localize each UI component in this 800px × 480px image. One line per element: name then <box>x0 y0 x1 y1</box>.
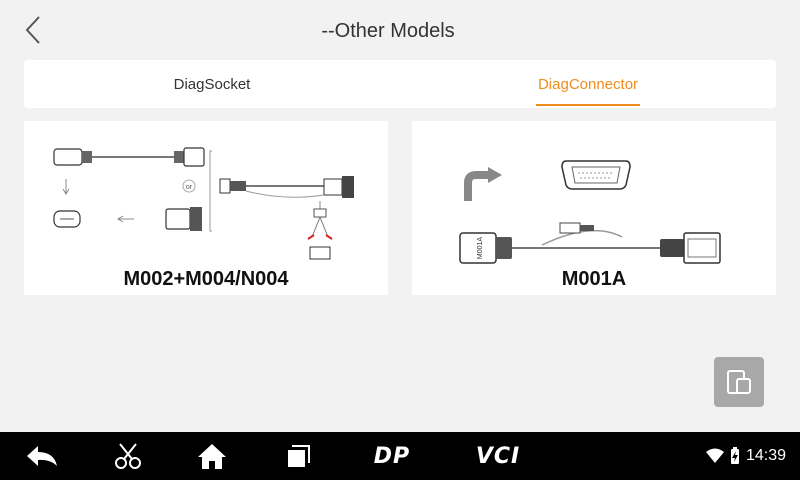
switch-view-button[interactable] <box>714 357 764 407</box>
system-navbar: DP VCI 14:39 <box>0 432 800 480</box>
recent-apps-button[interactable] <box>278 432 318 480</box>
cable-tag-text: M001A <box>477 237 484 260</box>
connector-illustration-m002: or <box>53 147 354 260</box>
connector-card-m001a[interactable]: M001A M001A <box>412 121 776 295</box>
page-title: --Other Models <box>321 20 455 42</box>
status-area: 14:39 <box>705 432 786 480</box>
tab-diagsocket[interactable]: DiagSocket <box>24 60 400 108</box>
dp-label: DP <box>373 443 411 469</box>
tab-diagconnector[interactable]: DiagConnector <box>400 60 776 108</box>
home-icon <box>198 444 226 469</box>
vci-button[interactable]: VCI <box>466 432 530 480</box>
connector-card-m002[interactable]: or M002+M004/N004 <box>24 121 388 295</box>
wifi-icon <box>705 448 724 463</box>
header-bar: --Other Models <box>0 0 800 60</box>
connector-illustration-m001a: M001A <box>459 160 721 264</box>
card-label: M002+M004/N004 <box>123 268 289 290</box>
clock-time: 14:39 <box>745 447 786 464</box>
screenshot-button[interactable] <box>108 432 148 480</box>
home-button[interactable] <box>192 432 232 480</box>
return-arrow-icon <box>27 446 57 466</box>
tab-bar: DiagSocket DiagConnector <box>24 60 776 108</box>
scissors-icon <box>115 443 141 469</box>
dp-button[interactable]: DP <box>362 432 422 480</box>
vci-label: VCI <box>475 443 521 469</box>
card-label: M001A <box>561 268 627 290</box>
or-text: or <box>186 184 193 191</box>
recent-apps-icon <box>288 445 310 467</box>
battery-charging-icon <box>730 447 739 464</box>
switch-device-icon <box>727 370 751 394</box>
back-nav-button[interactable] <box>20 432 64 480</box>
